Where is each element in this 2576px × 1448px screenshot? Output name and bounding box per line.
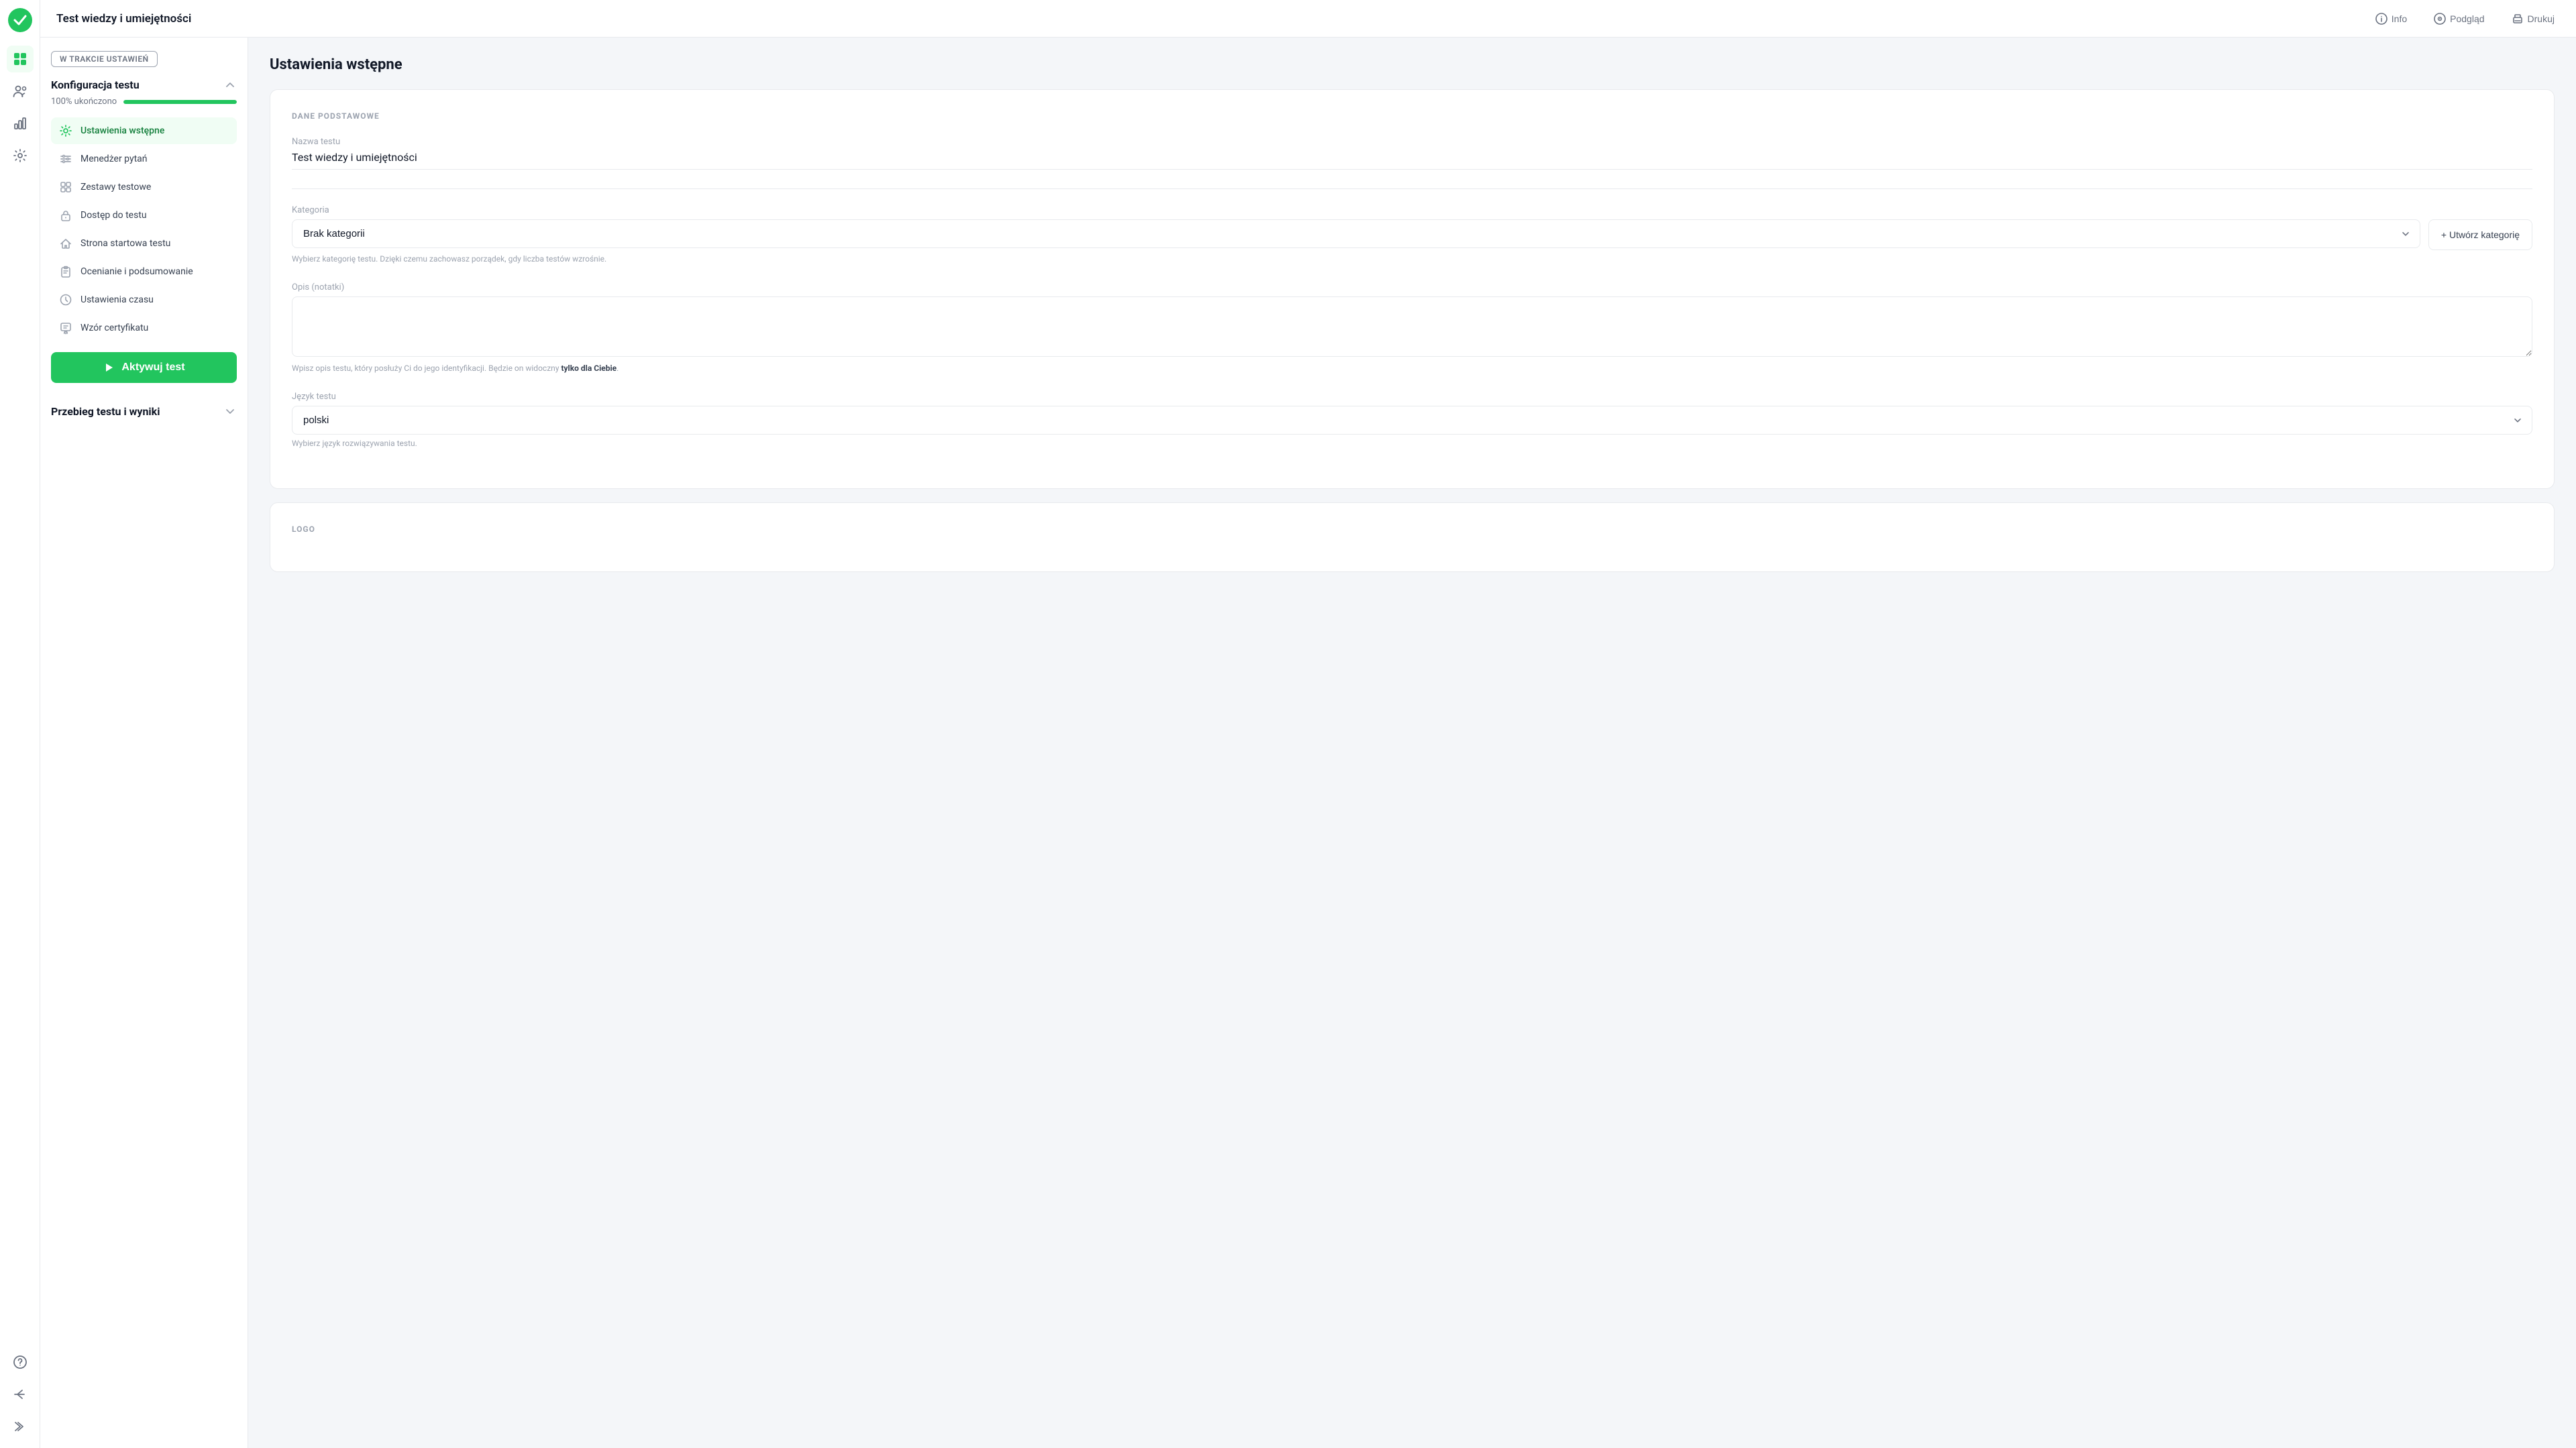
top-header: Test wiedzy i umiejętności Info Podgląd [40, 0, 2576, 38]
print-icon [2512, 13, 2524, 25]
content-area: W TRAKCIE USTAWIEŃ Konfiguracja testu 10… [40, 38, 2576, 1448]
form-group-kategoria: Kategoria Brak kategorii [292, 205, 2532, 264]
kategoria-select-wrapper: Brak kategorii [292, 219, 2420, 248]
status-badge: W TRAKCIE USTAWIEŃ [51, 51, 158, 67]
jezyk-hint: Wybierz język rozwiązywania testu. [292, 439, 2532, 448]
sidebar-section2-header: Przebieg testu i wyniki [51, 399, 237, 423]
jezyk-select[interactable]: polski [292, 406, 2532, 435]
nav-label-zestawy: Zestawy testowe [80, 182, 151, 192]
opis-label: Opis (notatki) [292, 282, 2532, 292]
sidebar-section1-header: Konfiguracja testu [51, 78, 237, 91]
nav-label-ustawienia: Ustawienia wstępne [80, 125, 164, 136]
sidebar-section2-title: Przebieg testu i wyniki [51, 405, 160, 418]
kategoria-select[interactable]: Brak kategorii [292, 219, 2420, 248]
info-button[interactable]: Info [2370, 10, 2412, 27]
form-group-nazwa: Nazwa testu Test wiedzy i umiejętności [292, 137, 2532, 170]
sidebar-item-settings[interactable] [7, 142, 34, 169]
header-actions: Info Podgląd Drukuj [2370, 10, 2560, 27]
preview-button[interactable]: Podgląd [2428, 10, 2489, 27]
nav-label-ocenianie: Ocenianie i podsumowanie [80, 266, 193, 277]
main-wrapper: Test wiedzy i umiejętności Info Podgląd [40, 0, 2576, 1448]
collapse-button[interactable] [7, 1413, 34, 1440]
sidebar-nav-item-czas[interactable]: Ustawienia czasu [51, 286, 237, 313]
nav-label-certyfikat: Wzór certyfikatu [80, 323, 148, 333]
progress-row: 100% ukończono [51, 97, 237, 107]
home-icon [59, 237, 72, 250]
nav-label-czas: Ustawienia czasu [80, 294, 154, 305]
eye-icon [2434, 13, 2446, 25]
back-button[interactable] [7, 1381, 34, 1408]
grid-small-icon [59, 180, 72, 194]
page-title: Test wiedzy i umiejętności [56, 12, 191, 25]
play-icon [103, 361, 115, 374]
clipboard-icon [59, 265, 72, 278]
opis-hint: Wpisz opis testu, który posłuży Ci do je… [292, 364, 2532, 373]
nazwa-value: Test wiedzy i umiejętności [292, 151, 2532, 170]
activate-test-button[interactable]: Aktywuj test [51, 352, 237, 383]
main-page-title: Ustawienia wstępne [270, 56, 2555, 73]
chevron-down-icon [223, 404, 237, 418]
icon-bar-bottom [7, 1349, 34, 1440]
nav-label-dostep: Dostęp do testu [80, 210, 147, 221]
icon-bar [0, 0, 40, 1448]
progress-bar-bg [123, 100, 237, 104]
certificate-icon [59, 321, 72, 335]
sliders-icon [59, 152, 72, 166]
main-content: Ustawienia wstępne DANE PODSTAWOWE Nazwa… [248, 38, 2576, 1448]
chevron-up-icon [223, 78, 237, 91]
sidebar-item-analytics[interactable] [7, 110, 34, 137]
nav-label-strona: Strona startowa testu [80, 238, 170, 249]
opis-textarea[interactable] [292, 296, 2532, 357]
kategoria-label: Kategoria [292, 205, 2532, 215]
sidebar: W TRAKCIE USTAWIEŃ Konfiguracja testu 10… [40, 38, 248, 1448]
jezyk-label: Język testu [292, 392, 2532, 402]
nav-label-menedzer: Menedżer pytań [80, 154, 148, 164]
sidebar-nav-item-ustawienia-wstepne[interactable]: Ustawienia wstępne [51, 117, 237, 144]
section-label-logo: LOGO [292, 524, 2532, 534]
info-icon [2375, 13, 2387, 25]
progress-label: 100% ukończono [51, 97, 117, 107]
kategoria-hint: Wybierz kategorię testu. Dzięki czemu za… [292, 254, 2532, 264]
form-card-dane-podstawowe: DANE PODSTAWOWE Nazwa testu Test wiedzy … [270, 89, 2555, 489]
sidebar-item-dashboard[interactable] [7, 46, 34, 72]
print-button[interactable]: Drukuj [2506, 10, 2560, 27]
sidebar-nav-item-ocenianie[interactable]: Ocenianie i podsumowanie [51, 258, 237, 285]
sidebar-nav-item-zestawy[interactable]: Zestawy testowe [51, 174, 237, 201]
sidebar-nav-item-menedzer[interactable]: Menedżer pytań [51, 146, 237, 172]
sidebar-section1-title: Konfiguracja testu [51, 78, 140, 91]
jezyk-select-wrapper: polski [292, 406, 2532, 435]
sidebar-nav-item-certyfikat[interactable]: Wzór certyfikatu [51, 315, 237, 341]
app-logo[interactable] [8, 8, 32, 32]
form-group-opis: Opis (notatki) Wpisz opis testu, który p… [292, 282, 2532, 373]
lock-icon [59, 209, 72, 222]
settings-icon [59, 124, 72, 137]
divider-1 [292, 188, 2532, 189]
nazwa-label: Nazwa testu [292, 137, 2532, 147]
form-group-jezyk: Język testu polski Wybierz język rozwiąz… [292, 392, 2532, 448]
create-category-button[interactable]: + Utwórz kategorię [2428, 219, 2532, 250]
sidebar-nav-item-dostep[interactable]: Dostęp do testu [51, 202, 237, 229]
clock-icon [59, 293, 72, 307]
help-button[interactable] [7, 1349, 34, 1376]
sidebar-item-users[interactable] [7, 78, 34, 105]
section-label-dane: DANE PODSTAWOWE [292, 111, 2532, 121]
kategoria-select-row: Brak kategorii + Utwórz kategorię [292, 219, 2532, 250]
form-card-logo: LOGO [270, 502, 2555, 572]
sidebar-nav-item-strona[interactable]: Strona startowa testu [51, 230, 237, 257]
progress-bar-fill [123, 100, 237, 104]
